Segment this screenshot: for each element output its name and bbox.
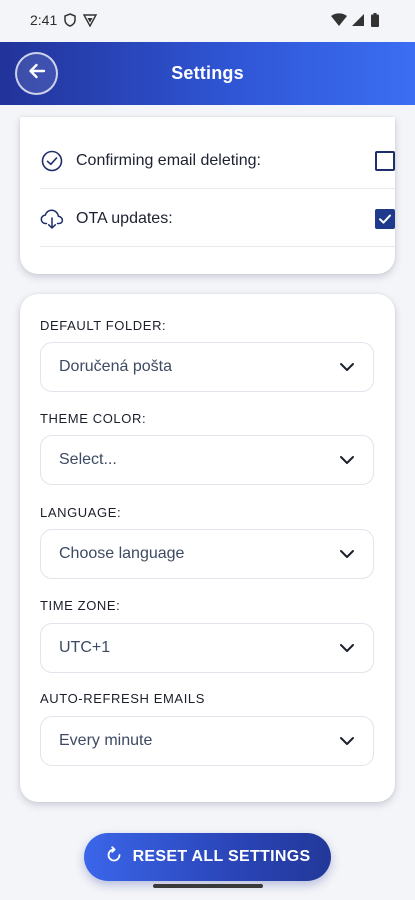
default-folder-select[interactable]: Doručená pošta bbox=[40, 342, 374, 392]
chevron-down-icon bbox=[339, 452, 355, 468]
chevron-down-icon bbox=[339, 546, 355, 562]
preferences-card: DEFAULT FOLDER: Doručená pošta THEME COL… bbox=[20, 294, 395, 802]
theme-color-select[interactable]: Select... bbox=[40, 435, 374, 485]
shield-icon bbox=[63, 13, 77, 27]
status-bar: 2:41 bbox=[0, 0, 415, 40]
refresh-icon bbox=[105, 845, 123, 869]
language-label: LANGUAGE: bbox=[40, 505, 122, 520]
ota-updates-row[interactable]: OTA updates: bbox=[40, 192, 395, 247]
wifi-icon bbox=[331, 13, 347, 27]
page-title: Settings bbox=[171, 63, 244, 83]
auto-refresh-value: Every minute bbox=[59, 732, 153, 749]
cloud-download-icon bbox=[40, 207, 64, 231]
arrow-left-icon bbox=[27, 61, 47, 86]
confirm-delete-label: Confirming email deleting: bbox=[76, 152, 261, 169]
reset-all-settings-button[interactable]: RESET ALL SETTINGS bbox=[84, 833, 331, 881]
checkmark-icon bbox=[379, 214, 391, 224]
status-left: 2:41 bbox=[30, 12, 98, 28]
language-value: Choose language bbox=[59, 545, 185, 562]
reset-all-settings-label: RESET ALL SETTINGS bbox=[132, 848, 311, 865]
home-indicator bbox=[153, 884, 263, 888]
ota-updates-checkbox[interactable] bbox=[375, 209, 395, 229]
signal-icon bbox=[351, 13, 365, 27]
confirm-delete-checkbox[interactable] bbox=[375, 151, 395, 171]
status-right bbox=[331, 13, 385, 27]
theme-color-label: THEME COLOR: bbox=[40, 411, 147, 426]
check-circle-icon bbox=[40, 149, 64, 173]
battery-icon bbox=[371, 13, 385, 27]
default-folder-value: Doručená pošta bbox=[59, 358, 172, 375]
chevron-down-icon bbox=[339, 359, 355, 375]
time-zone-select[interactable]: UTC+1 bbox=[40, 623, 374, 673]
ota-updates-label: OTA updates: bbox=[76, 210, 173, 227]
time-zone-label: TIME ZONE: bbox=[40, 598, 121, 613]
confirm-delete-row[interactable]: Confirming email deleting: bbox=[40, 134, 395, 189]
chevron-down-icon bbox=[339, 640, 355, 656]
time-zone-value: UTC+1 bbox=[59, 639, 111, 656]
chevron-down-icon bbox=[339, 733, 355, 749]
theme-color-value: Select... bbox=[59, 451, 117, 468]
auto-refresh-label: AUTO-REFRESH EMAILS bbox=[40, 691, 206, 706]
default-folder-label: DEFAULT FOLDER: bbox=[40, 318, 167, 333]
back-button[interactable] bbox=[15, 52, 58, 95]
app-bar: Settings bbox=[0, 42, 415, 105]
auto-refresh-select[interactable]: Every minute bbox=[40, 716, 374, 766]
language-select[interactable]: Choose language bbox=[40, 529, 374, 579]
status-time: 2:41 bbox=[30, 12, 58, 28]
vpn-icon bbox=[83, 13, 98, 28]
toggles-card: Confirming email deleting: OTA updates: bbox=[20, 117, 395, 274]
